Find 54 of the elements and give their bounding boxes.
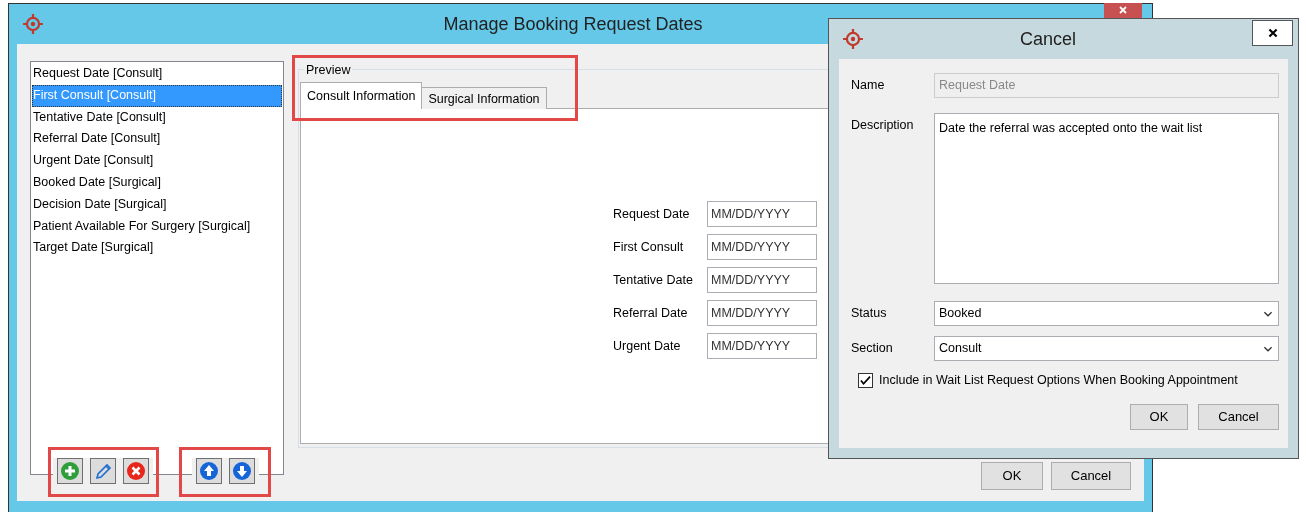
list-item[interactable]: Patient Available For Surgery [Surgical] (32, 215, 282, 238)
close-button[interactable] (1252, 20, 1293, 46)
close-icon (1266, 27, 1279, 39)
field-label: Request Date (613, 205, 691, 223)
list-item[interactable]: Target Date [Surgical] (32, 237, 282, 260)
move-up-button[interactable] (196, 458, 222, 484)
add-icon (60, 461, 80, 481)
list-item[interactable]: Decision Date [Surgical] (32, 193, 282, 216)
add-button[interactable] (57, 458, 83, 484)
date-field[interactable]: MM/DD/YYYY (707, 234, 817, 260)
date-field[interactable]: MM/DD/YYYY (707, 201, 817, 227)
date-field[interactable]: MM/DD/YYYY (707, 300, 817, 326)
app-logo-icon (22, 13, 44, 35)
list-item[interactable]: Urgent Date [Consult] (32, 150, 282, 172)
move-down-button[interactable] (229, 458, 255, 484)
section-dropdown[interactable]: Consult (934, 336, 1279, 361)
delete-button[interactable] (123, 458, 149, 484)
move-down-icon (232, 461, 252, 481)
delete-icon (126, 461, 146, 481)
selected-value: Consult (939, 340, 982, 358)
app-logo-icon (842, 28, 864, 50)
close-icon (1117, 4, 1129, 16)
field-label: First Consult (613, 238, 685, 256)
checkbox-label: Include in Wait List Request Options When Booking Appointment (879, 372, 1238, 389)
tab[interactable]: Surgical Information (421, 87, 547, 109)
cancel-button[interactable]: Cancel (1051, 462, 1131, 490)
selected-value: Booked (939, 305, 982, 323)
field-label: Section (851, 340, 894, 358)
field-label: Tentative Date (613, 271, 694, 289)
list-item[interactable]: Referral Date [Consult] (32, 128, 282, 151)
field-label: Name (851, 77, 886, 95)
ok-button[interactable]: OK (1130, 403, 1188, 430)
name-field: Request Date (934, 73, 1279, 98)
date-field[interactable]: MM/DD/YYYY (707, 333, 817, 359)
cancel-button[interactable]: Cancel (1198, 403, 1279, 430)
edit-button[interactable] (90, 458, 116, 484)
field-label: Referral Date (613, 304, 689, 322)
checkmark-icon (859, 373, 872, 387)
list-item[interactable]: Request Date [Consult] (32, 63, 282, 85)
field-label: Status (851, 305, 888, 323)
status-dropdown[interactable]: Booked (934, 301, 1279, 326)
date-field[interactable]: MM/DD/YYYY (707, 267, 817, 293)
description-field[interactable]: Date the referral was accepted onto the wait list (934, 113, 1279, 284)
list-item[interactable]: Tentative Date [Consult] (32, 106, 282, 129)
field-label: Urgent Date (613, 337, 682, 355)
window-title: Manage Booking Request Dates (442, 12, 704, 36)
list-item[interactable]: Booked Date [Surgical] (32, 172, 282, 194)
field-label: Description (851, 117, 915, 134)
move-up-icon (199, 461, 219, 481)
edit-icon (93, 461, 113, 481)
ok-button[interactable]: OK (981, 462, 1043, 490)
tab[interactable]: Consult Information (300, 82, 423, 109)
checkbox[interactable] (858, 372, 873, 388)
dialog-title: Cancel (1019, 27, 1077, 51)
